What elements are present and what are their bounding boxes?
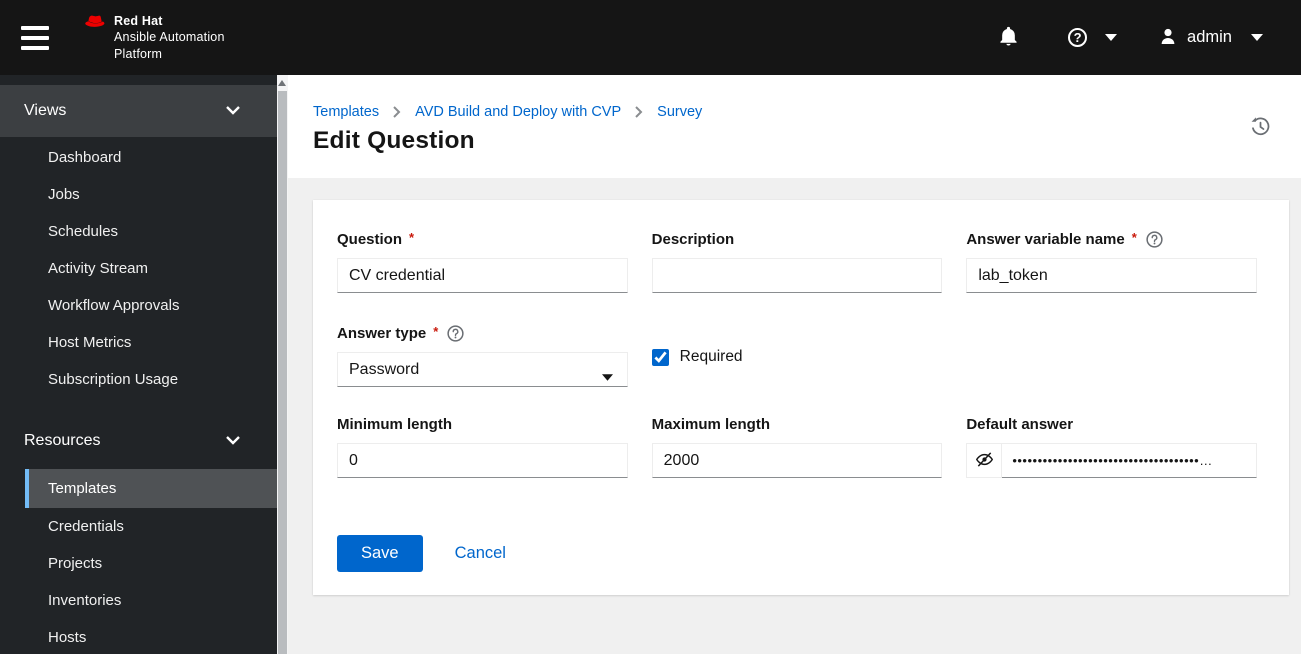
toggle-password-visibility-button[interactable] [966,443,1003,478]
hamburger-icon [21,25,49,30]
nav-group-header-resources[interactable]: Resources [0,415,277,467]
nav-group-resources: Resources Templates Credentials Projects… [0,415,277,654]
main-content: Templates AVD Build and Deploy with CVP … [288,75,1301,654]
masthead: Red Hat Ansible Automation Platform ? ad… [0,0,1301,75]
sidebar-item-activity-stream[interactable]: Activity Stream [25,250,277,287]
help-icon: ? [1068,28,1088,47]
default-answer-input-group [966,443,1257,478]
masthead-actions: ? admin [999,25,1301,50]
nav-list-resources: Templates Credentials Projects Inventori… [0,467,277,654]
answer-variable-name-input[interactable] [966,258,1257,293]
cancel-button[interactable]: Cancel [455,544,506,563]
redhat-fedora-icon [84,13,107,36]
sidebar-item-dashboard[interactable]: Dashboard [25,139,277,176]
answer-type-label: Answer type * [337,323,628,342]
user-icon [1159,27,1177,49]
required-checkbox-field: Required [651,327,943,387]
chevron-right-icon [635,106,643,118]
sidebar-item-credentials[interactable]: Credentials [25,508,277,545]
description-field: Description [651,230,943,293]
minimum-length-field: Minimum length [337,416,628,478]
chevron-down-icon [226,102,240,120]
question-field: Question * [337,229,628,293]
page-header: Templates AVD Build and Deploy with CVP … [288,75,1301,178]
bell-icon [999,25,1018,50]
sidebar-item-workflow-approvals[interactable]: Workflow Approvals [25,287,277,324]
question-circle-icon[interactable] [447,324,464,342]
sidebar-item-host-metrics[interactable]: Host Metrics [25,324,277,361]
form-actions: Save Cancel [337,535,1257,572]
history-icon [1250,117,1271,140]
scrollbar-thumb[interactable] [278,91,287,654]
nav-group-header-views[interactable]: Views [0,85,277,137]
answer-variable-name-label: Answer variable name * [966,229,1257,248]
breadcrumb-link-survey[interactable]: Survey [657,104,702,120]
required-asterisk: * [409,229,415,245]
answer-type-select[interactable]: Password [337,352,628,387]
answer-type-field: Answer type * Password [337,323,628,387]
sidebar-nav: Views Dashboard Jobs Schedules Activity … [0,75,277,654]
sidebar-item-jobs[interactable]: Jobs [25,176,277,213]
sidebar-item-templates[interactable]: Templates [25,469,277,508]
nav-toggle-button[interactable] [21,25,51,50]
question-input[interactable] [337,258,628,293]
content-area: Question * Description Answer vari [288,178,1301,595]
chevron-right-icon [393,106,401,118]
required-checkbox[interactable] [651,348,669,366]
help-dropdown-button[interactable]: ? [1068,28,1118,47]
brand-line2: Ansible Automation [114,30,225,45]
description-label: Description [651,230,735,248]
sidebar-scrollbar[interactable] [277,75,288,654]
sidebar-item-schedules[interactable]: Schedules [25,213,277,250]
user-name-label: admin [1187,28,1232,46]
required-asterisk: * [1131,229,1137,245]
sidebar-item-subscription-usage[interactable]: Subscription Usage [25,361,277,398]
breadcrumb: Templates AVD Build and Deploy with CVP … [313,75,1301,120]
default-answer-input[interactable] [1002,443,1257,478]
default-answer-field: Default answer [966,416,1257,478]
chevron-down-icon [226,432,240,450]
required-asterisk: * [433,323,439,339]
brand-logo: Red Hat Ansible Automation Platform [84,13,225,62]
brand-text: Red Hat Ansible Automation Platform [114,13,225,62]
maximum-length-field: Maximum length [651,415,943,478]
history-button[interactable] [1250,116,1271,140]
sidebar-item-inventories[interactable]: Inventories [25,582,277,619]
breadcrumb-link-template-name[interactable]: AVD Build and Deploy with CVP [415,104,621,120]
answer-type-selected-value: Password [349,360,420,378]
question-circle-icon[interactable] [1146,230,1163,248]
brand-line1: Red Hat [114,14,163,29]
nav-group-resources-label: Resources [24,432,101,449]
caret-down-icon [601,368,613,386]
sidebar-item-hosts[interactable]: Hosts [25,619,277,654]
required-checkbox-label[interactable]: Required [680,348,743,366]
sidebar-item-projects[interactable]: Projects [25,545,277,582]
maximum-length-input[interactable] [651,443,943,478]
user-dropdown-button[interactable]: admin [1159,27,1263,49]
question-label: Question * [337,229,415,248]
maximum-length-label: Maximum length [651,415,771,433]
edit-question-card: Question * Description Answer vari [313,200,1289,595]
minimum-length-label: Minimum length [337,415,452,433]
notifications-button[interactable] [999,25,1018,50]
nav-list-views: Dashboard Jobs Schedules Activity Stream… [0,137,277,398]
edit-question-form: Question * Description Answer vari [337,229,1257,572]
page-title: Edit Question [313,127,475,154]
save-button[interactable]: Save [337,535,423,572]
scroll-up-arrow-icon[interactable] [278,80,286,86]
minimum-length-input[interactable] [337,443,628,478]
answer-variable-name-field: Answer variable name * [966,229,1257,293]
chevron-down-icon [1105,34,1118,41]
description-input[interactable] [651,258,943,293]
chevron-down-icon [1251,34,1263,41]
nav-group-views: Views Dashboard Jobs Schedules Activity … [0,85,277,398]
default-answer-label: Default answer [966,415,1074,433]
nav-group-views-label: Views [24,102,67,119]
breadcrumb-link-templates[interactable]: Templates [313,104,379,120]
brand-line3: Platform [114,46,163,61]
eye-slash-icon [975,451,994,471]
